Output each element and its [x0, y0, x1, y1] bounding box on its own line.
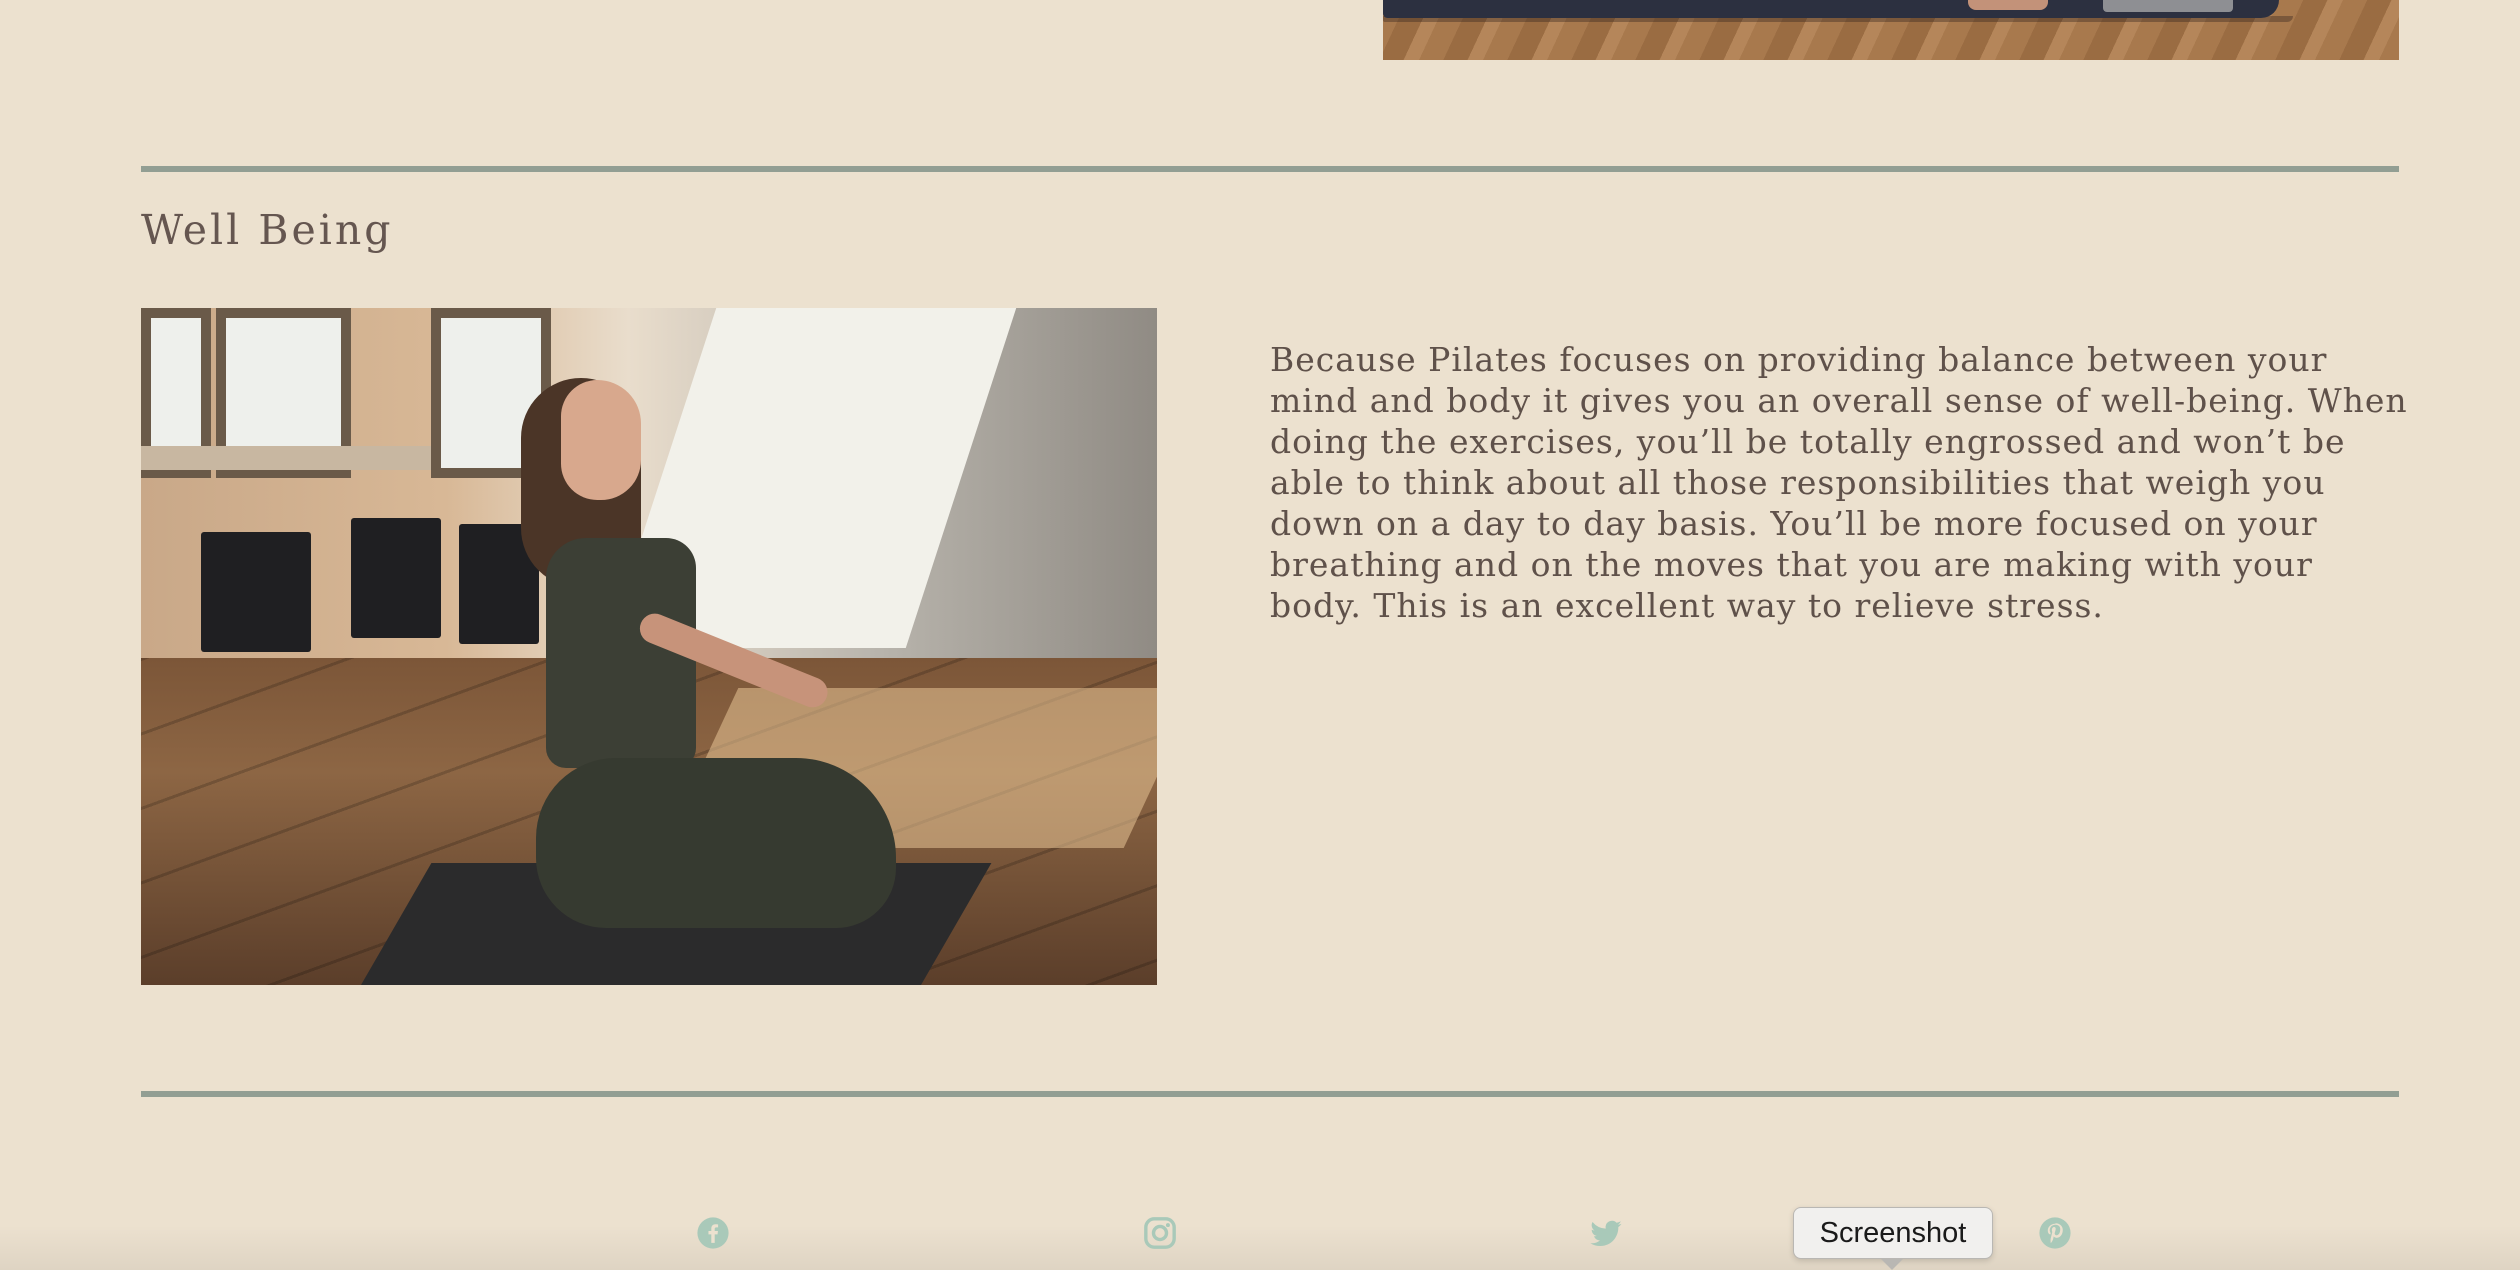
tooltip-arrow	[1880, 1258, 1904, 1270]
instagram-icon[interactable]	[1143, 1216, 1177, 1250]
well-being-image	[141, 308, 1157, 985]
facebook-icon[interactable]	[696, 1216, 730, 1250]
screenshot-tooltip: Screenshot	[1793, 1207, 1993, 1259]
section-body-text: Because Pilates focuses on providing bal…	[1270, 340, 2408, 625]
section-divider-top	[141, 166, 2399, 172]
footer-fade	[0, 1225, 2520, 1270]
previous-section-image	[1383, 0, 2399, 60]
twitter-icon[interactable]	[1589, 1216, 1623, 1250]
section-title: Well Being	[141, 206, 394, 254]
section-divider-bottom	[141, 1091, 2399, 1097]
pinterest-icon[interactable]	[2038, 1216, 2072, 1250]
